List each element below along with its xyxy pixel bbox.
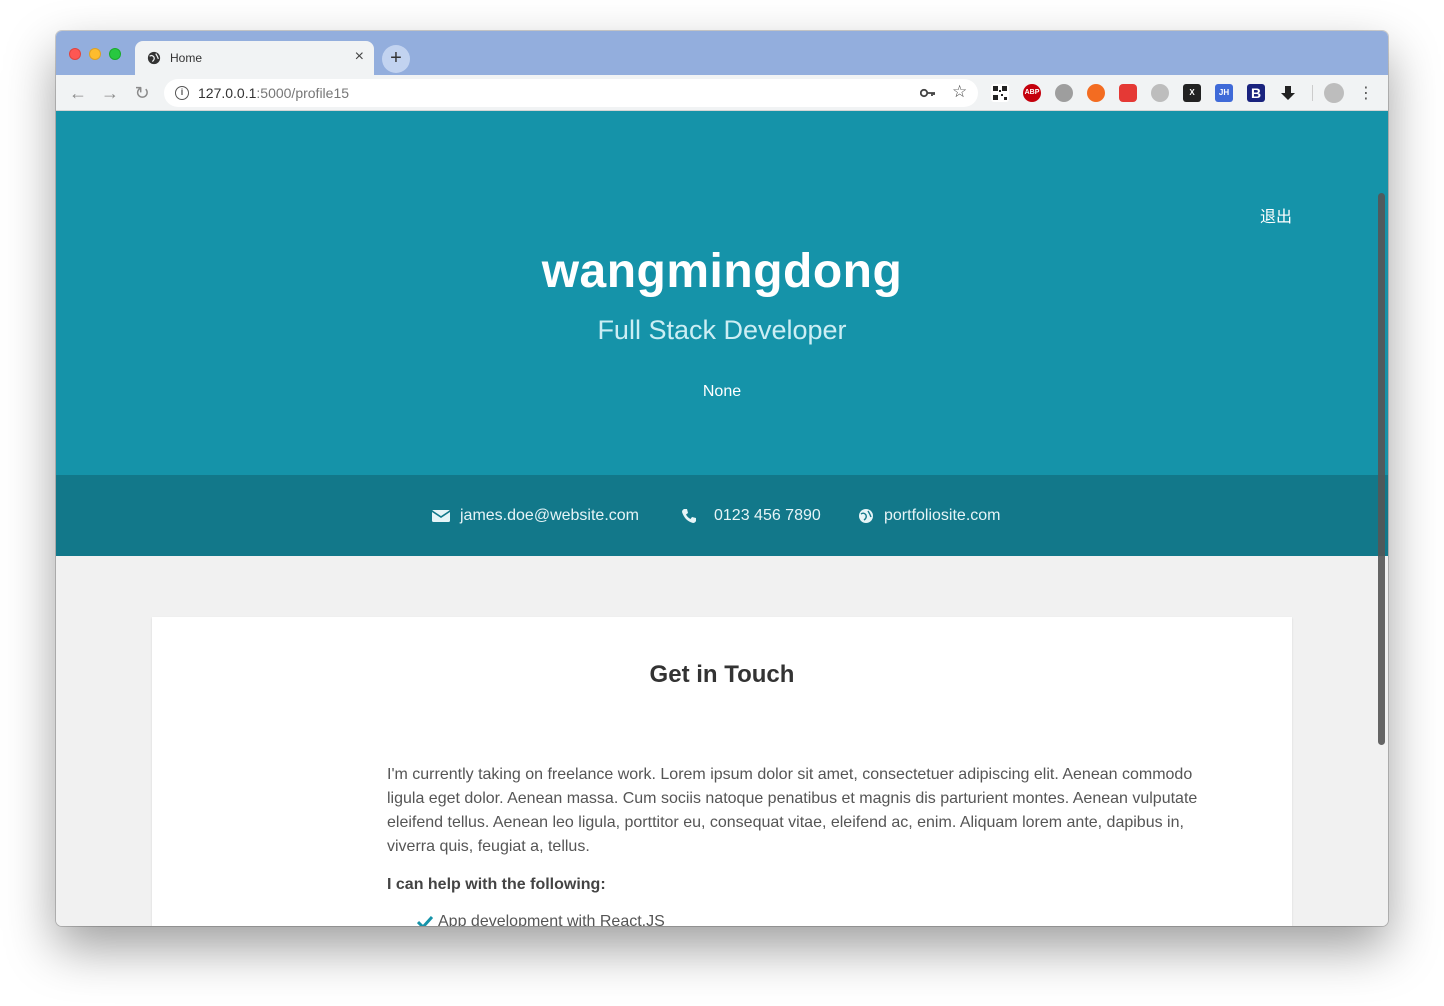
page-viewport: 退出 wangmingdong Full Stack Developer Non… [56,111,1388,926]
ext-x-icon[interactable]: X [1183,84,1201,102]
address-bar[interactable]: i 127.0.0.1:5000/profile15 ☆ [164,79,978,107]
phone-text: 0123 456 7890 [714,507,821,524]
services-heading: I can help with the following: [387,876,606,893]
card-description: I'm currently taking on freelance work. … [387,766,1198,855]
website-text: portfoliosite.com [884,507,1001,524]
contact-bar: james.doe@website.com 0123 456 7890 port… [56,475,1388,556]
contact-website[interactable]: portfoliosite.com [858,507,1001,525]
zoom-window-button[interactable] [109,48,121,60]
profile-name: wangmingdong [541,245,903,298]
minimize-window-button[interactable] [89,48,101,60]
back-icon[interactable]: ← [68,83,88,103]
contact-email[interactable]: james.doe@website.com [432,507,639,525]
qr-code-icon[interactable] [991,84,1009,102]
globe-icon [147,51,161,65]
email-text: james.doe@website.com [460,507,639,524]
checkmark-icon [417,915,433,926]
ext-b-icon[interactable]: B [1247,84,1265,102]
url-text: 127.0.0.1:5000/profile15 [198,85,349,101]
toolbar-separator [1312,85,1313,101]
close-window-button[interactable] [69,48,81,60]
adblock-plus-icon[interactable]: ABP [1023,84,1041,102]
card-title: Get in Touch [649,661,795,688]
url-host: 127.0.0.1 [198,85,257,101]
ext-jh-icon[interactable]: JH [1215,84,1233,102]
tab-close-icon[interactable]: × [355,48,364,66]
profile-avatar-icon[interactable] [1324,83,1344,103]
profile-title: Full Stack Developer [597,315,847,345]
browser-toolbar: ← → ↻ i 127.0.0.1:5000/profile15 ☆ ABP X… [56,75,1388,111]
phone-icon [682,509,696,523]
globe-ext-icon[interactable] [1055,84,1073,102]
tab-title: Home [170,51,203,65]
contact-phone[interactable]: 0123 456 7890 [680,507,821,525]
page-scrollbar[interactable] [1378,193,1385,745]
download-icon[interactable] [1279,84,1297,102]
ext-orange-icon[interactable] [1087,84,1105,102]
ext-gray-icon[interactable] [1151,84,1169,102]
site-info-icon[interactable]: i [175,86,189,100]
tab-home[interactable]: Home × [135,41,374,75]
service-item: App development with React.JS [438,913,665,926]
ext-translate-icon[interactable] [1119,84,1137,102]
profile-bio: None [702,383,742,400]
forward-icon[interactable]: → [100,83,120,103]
new-tab-button[interactable]: + [382,45,410,73]
key-icon[interactable] [920,86,936,100]
logout-link[interactable]: 退出 [1260,203,1292,227]
url-path: :5000/profile15 [256,85,350,101]
globe-icon [859,509,873,523]
profile-header: 退出 wangmingdong Full Stack Developer Non… [56,111,1388,475]
envelope-icon [432,510,450,522]
browser-menu-icon[interactable]: ⋮ [1358,83,1374,103]
browser-window: Home × + ← → ↻ i 127.0.0.1:5000/profile1… [56,31,1388,926]
tab-strip: Home × + [56,31,1388,75]
bookmark-star-icon[interactable]: ☆ [952,82,967,102]
reload-icon[interactable]: ↻ [132,83,152,103]
contact-card: Get in Touch I'm currently taking on fre… [152,617,1292,926]
